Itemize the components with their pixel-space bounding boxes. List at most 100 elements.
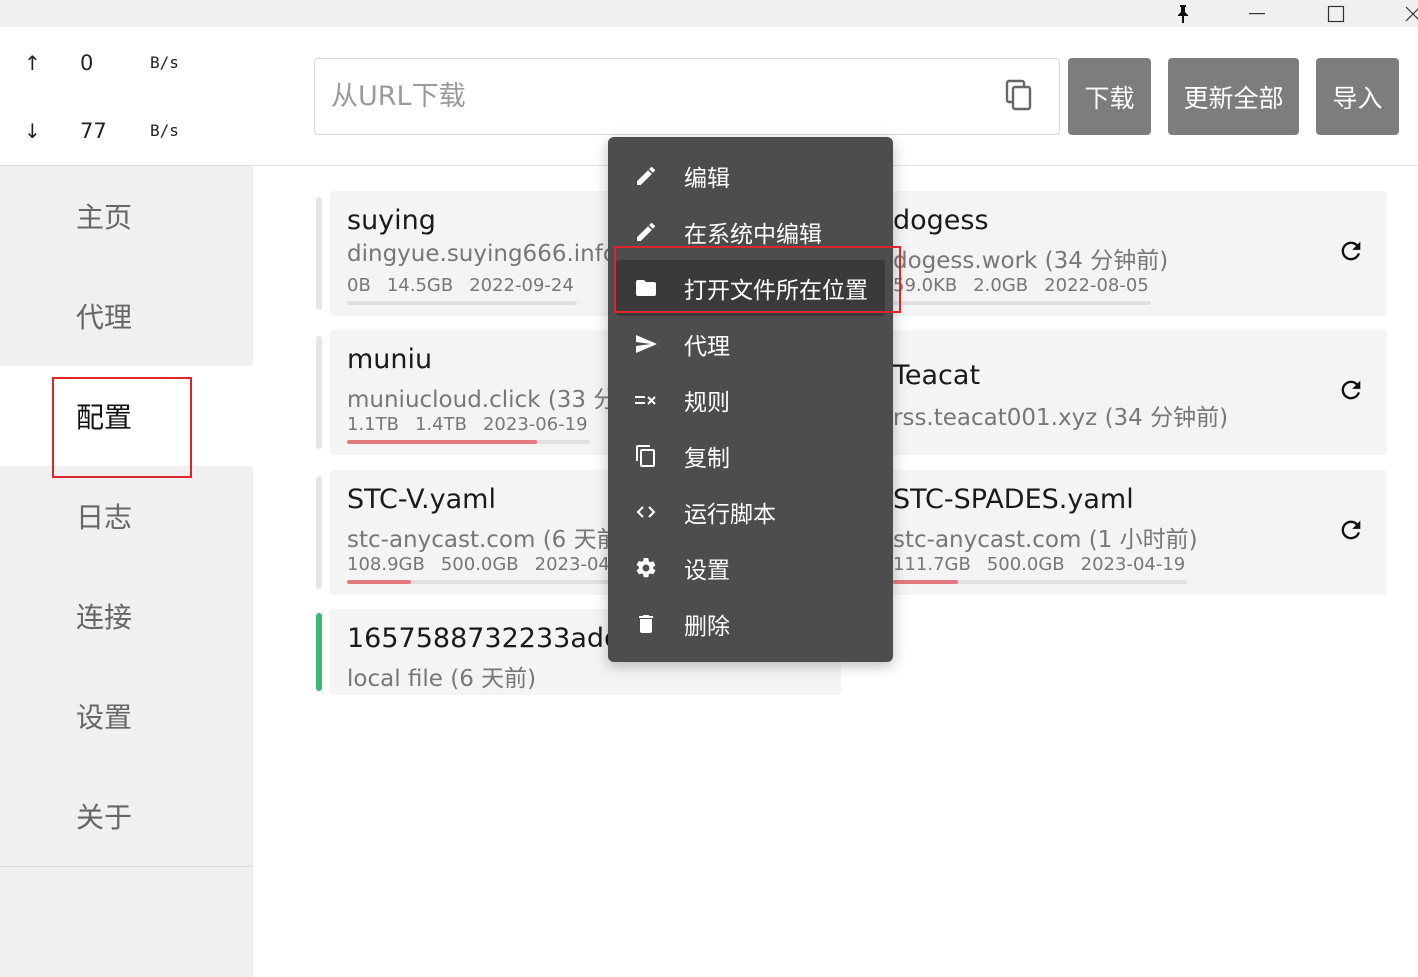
profile-used: 0B bbox=[347, 275, 371, 296]
profile-usage: 59.0KB 2.0GB 2022-08-05 bbox=[893, 275, 1165, 296]
refresh-icon[interactable] bbox=[1337, 237, 1365, 265]
menu-item-run-script[interactable]: 运行脚本 bbox=[608, 484, 893, 540]
menu-item-label: 编辑 bbox=[684, 166, 730, 192]
refresh-icon[interactable] bbox=[1337, 516, 1365, 544]
gear-icon bbox=[634, 556, 658, 580]
profile-source: local file (6 天前) bbox=[347, 666, 537, 692]
profile-name: STC-V.yaml bbox=[347, 484, 496, 515]
sidebar-item-home[interactable]: 主页 bbox=[0, 166, 253, 266]
usage-fill bbox=[347, 440, 537, 444]
profile-total: 1.4TB bbox=[414, 414, 467, 435]
update-all-button[interactable]: 更新全部 bbox=[1168, 58, 1299, 135]
usage-track bbox=[347, 580, 637, 584]
sidebar-nav: 主页 代理 配置 日志 连接 设置 关于 bbox=[0, 166, 253, 866]
profile-source: dingyue.suying666.info bbox=[347, 241, 617, 267]
profile-name: muniu bbox=[347, 344, 433, 375]
close-icon[interactable] bbox=[1390, 0, 1418, 27]
profile-name: STC-SPADES.yaml bbox=[893, 484, 1134, 515]
profile-expire: 2023-04-19 bbox=[1080, 554, 1186, 575]
sidebar: ↑ 0 B/s ↓ 77 B/s 主页 代理 配置 日志 连接 设置 关于 bbox=[0, 27, 253, 977]
download-arrow-icon: ↓ bbox=[24, 119, 41, 143]
profile-expire: 2022-09-24 bbox=[469, 275, 574, 296]
trash-icon bbox=[634, 612, 658, 636]
usage-track bbox=[893, 301, 1151, 305]
profile-usage: 1.1TB 1.4TB 2023-06-19 bbox=[347, 414, 604, 435]
profile-usage: 111.7GB 500.0GB 2023-04-19 bbox=[893, 554, 1201, 575]
rule-icon bbox=[634, 388, 658, 412]
profile-used: 108.9GB bbox=[347, 554, 425, 575]
import-button[interactable]: 导入 bbox=[1316, 58, 1399, 135]
menu-item-delete[interactable]: 删除 bbox=[608, 596, 893, 652]
download-value: 77 bbox=[80, 119, 107, 143]
profile-source: stc-anycast.com (1 小时前) bbox=[893, 527, 1198, 553]
profile-used: 59.0KB bbox=[893, 275, 958, 296]
profile-card[interactable]: dogess dogess.work (34 分钟前) 59.0KB 2.0GB 2… bbox=[873, 191, 1387, 316]
download-button[interactable]: 下载 bbox=[1068, 58, 1151, 135]
menu-item-edit-in-system[interactable]: 在系统中编辑 bbox=[608, 204, 893, 260]
menu-item-label: 设置 bbox=[684, 558, 730, 584]
context-menu: 编辑 在系统中编辑 打开文件所在位置 代理 规则 复制 运行脚本 设置 删除 bbox=[608, 137, 893, 662]
profile-selection-bar bbox=[316, 476, 322, 589]
profile-total: 2.0GB bbox=[973, 275, 1029, 296]
profile-source: rss.teacat001.xyz (34 分钟前) bbox=[893, 405, 1229, 431]
sidebar-item-proxies[interactable]: 代理 bbox=[0, 266, 253, 366]
upload-speed: ↑ 0 B/s bbox=[0, 43, 253, 83]
pin-icon[interactable] bbox=[1160, 0, 1206, 27]
sidebar-item-logs[interactable]: 日志 bbox=[0, 466, 253, 566]
sidebar-item-about[interactable]: 关于 bbox=[0, 766, 253, 866]
minimize-icon[interactable] bbox=[1234, 0, 1280, 27]
url-input-box bbox=[314, 58, 1060, 135]
send-icon bbox=[634, 332, 658, 356]
menu-item-rules[interactable]: 规则 bbox=[608, 372, 893, 428]
url-input[interactable] bbox=[331, 59, 991, 134]
folder-icon bbox=[634, 276, 658, 300]
usage-track bbox=[347, 301, 577, 305]
profile-usage: 0B 14.5GB 2022-09-24 bbox=[347, 275, 590, 296]
menu-item-settings[interactable]: 设置 bbox=[608, 540, 893, 596]
code-icon bbox=[634, 500, 658, 524]
profile-name: dogess bbox=[893, 205, 989, 236]
profile-selection-bar bbox=[316, 613, 322, 691]
menu-item-label: 在系统中编辑 bbox=[684, 222, 822, 248]
profile-card[interactable]: STC-SPADES.yaml stc-anycast.com (1 小时前) … bbox=[873, 470, 1387, 595]
menu-item-edit[interactable]: 编辑 bbox=[608, 148, 893, 204]
profile-name: Teacat bbox=[893, 360, 981, 391]
sidebar-item-settings[interactable]: 设置 bbox=[0, 666, 253, 766]
menu-item-label: 复制 bbox=[684, 446, 730, 472]
profile-card[interactable]: Teacat rss.teacat001.xyz (34 分钟前) bbox=[873, 330, 1387, 455]
usage-fill bbox=[893, 580, 958, 584]
profile-source: dogess.work (34 分钟前) bbox=[893, 248, 1169, 274]
profile-used: 111.7GB bbox=[893, 554, 971, 575]
menu-item-proxies[interactable]: 代理 bbox=[608, 316, 893, 372]
menu-item-label: 打开文件所在位置 bbox=[684, 278, 868, 304]
profile-selection-bar bbox=[316, 336, 322, 449]
sidebar-item-connections[interactable]: 连接 bbox=[0, 566, 253, 666]
menu-item-label: 代理 bbox=[684, 334, 730, 360]
upload-unit: B/s bbox=[150, 53, 179, 72]
paste-icon[interactable] bbox=[1004, 79, 1034, 113]
copy-icon bbox=[634, 444, 658, 468]
profile-total: 14.5GB bbox=[386, 275, 454, 296]
usage-fill bbox=[347, 580, 411, 584]
menu-item-label: 运行脚本 bbox=[684, 502, 776, 528]
pencil-icon bbox=[634, 164, 658, 188]
profile-total: 500.0GB bbox=[986, 554, 1065, 575]
upload-value: 0 bbox=[80, 51, 94, 75]
download-unit: B/s bbox=[150, 121, 179, 140]
pencil-icon bbox=[634, 220, 658, 244]
profile-name: 1657588732233add_ bbox=[347, 623, 635, 654]
profile-total: 500.0GB bbox=[440, 554, 519, 575]
sidebar-item-profiles[interactable]: 配置 bbox=[0, 366, 253, 466]
profile-selection-bar bbox=[316, 197, 322, 310]
menu-item-copy[interactable]: 复制 bbox=[608, 428, 893, 484]
profile-used: 1.1TB bbox=[347, 414, 399, 435]
profile-expire: 2023-06-19 bbox=[482, 414, 588, 435]
upload-arrow-icon: ↑ bbox=[24, 51, 41, 75]
profile-name: suying bbox=[347, 205, 436, 236]
profile-expire: 2022-08-05 bbox=[1044, 275, 1149, 296]
refresh-icon[interactable] bbox=[1337, 376, 1365, 404]
usage-track bbox=[893, 580, 1187, 584]
menu-item-open-file-location[interactable]: 打开文件所在位置 bbox=[616, 260, 885, 316]
maximize-icon[interactable] bbox=[1313, 0, 1359, 27]
download-speed: ↓ 77 B/s bbox=[0, 111, 253, 151]
